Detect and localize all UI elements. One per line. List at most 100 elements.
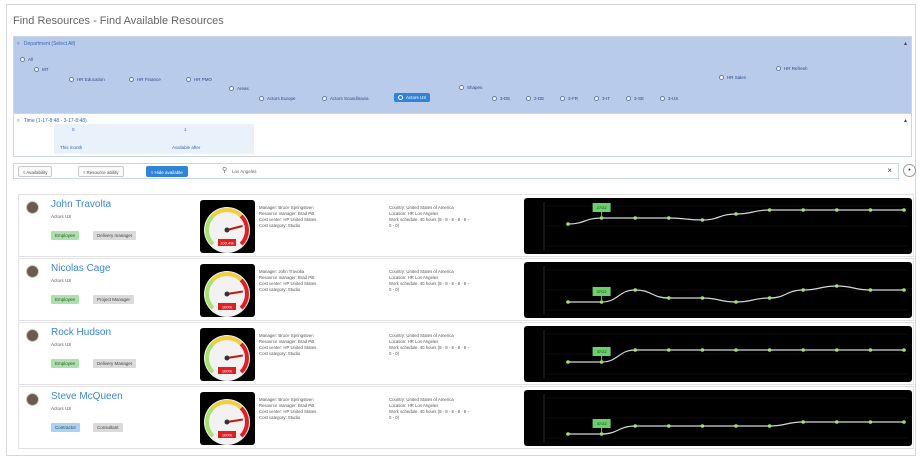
chart-tooltip-label: 37/22	[597, 289, 608, 294]
chart-point	[767, 296, 772, 300]
chart-point	[868, 348, 873, 352]
chart-point	[835, 284, 839, 288]
resource-details-right: Country: United States of America Locati…	[389, 333, 469, 357]
tree-node-actors-europe[interactable]: Actors Europe	[259, 96, 296, 102]
utilization-gauge: 100%	[200, 392, 255, 445]
chart-point	[734, 300, 738, 304]
hide-available-button[interactable]: ▿ Hide available	[146, 166, 188, 177]
availability-chart[interactable]: 27/22	[524, 198, 912, 254]
gauge-hub	[224, 291, 230, 297]
collapse-icon[interactable]: ▴	[904, 40, 907, 47]
schedule-text: Work schedule: 40 hours (8 - 8 - 8 - 8 -…	[389, 345, 469, 350]
availability-chart[interactable]: 37/22	[524, 262, 912, 318]
time-right-value: 1	[184, 127, 187, 132]
tree-node-shape-1[interactable]: 3-DE	[492, 96, 510, 102]
gauge-hub	[224, 227, 230, 233]
chart-point	[835, 348, 839, 352]
radio-icon	[459, 85, 464, 91]
radio-icon	[660, 96, 665, 102]
tree-node-shape-4[interactable]: 3-IT	[594, 96, 610, 102]
tree-node-hr-education[interactable]: HR Education	[69, 77, 105, 83]
resource-name[interactable]: John Travolta	[51, 199, 111, 210]
resource-details-left: Manager: Bruce Springsteen Resource mana…	[259, 333, 316, 357]
radio-icon	[229, 86, 234, 92]
tree-node-mt[interactable]: MT	[34, 67, 49, 73]
tree-node-actors-scandinavia[interactable]: Actors Scandinavia	[322, 96, 369, 102]
utilization-gauge: 100.4%	[200, 200, 255, 253]
chart-point	[902, 208, 906, 212]
radio-icon	[526, 96, 531, 102]
radio-icon	[322, 96, 327, 102]
chart-tooltip-label: 37/22	[597, 349, 608, 354]
time-range-box[interactable]: 0 1 This month Available after	[54, 124, 254, 154]
page-title: Find Resources - Find Available Resource…	[13, 15, 224, 27]
chart-point	[868, 288, 873, 292]
tree-node-shapes[interactable]: Shapes	[459, 85, 482, 91]
resource-details-right: Country: United States of America Locati…	[389, 205, 469, 229]
chart-series-line	[567, 209, 904, 225]
radio-icon	[492, 96, 497, 102]
filter-icon: ▿	[17, 41, 20, 47]
chart-point	[566, 300, 570, 304]
radio-icon	[398, 95, 403, 101]
resource-row[interactable]: Steve McQueen Actors US Contractor Consul…	[18, 386, 914, 449]
gauge-hub	[224, 355, 230, 361]
schedule-text-cont: 0 - 0)	[389, 287, 400, 292]
chart-point	[667, 296, 671, 300]
tree-node-shape-6[interactable]: 3-US	[660, 96, 678, 102]
tree-node-hr-refresh[interactable]: HR Refresh	[776, 66, 808, 72]
resource-row[interactable]: Nicolas Cage Actors US Employee Project M…	[18, 258, 914, 321]
chart-point	[734, 424, 738, 428]
more-icon[interactable]: •	[903, 164, 916, 177]
resource-name[interactable]: Nicolas Cage	[51, 263, 110, 274]
chart-point	[700, 348, 705, 352]
radio-icon	[626, 96, 631, 102]
chart-point	[700, 424, 705, 428]
resource-name[interactable]: Steve McQueen	[51, 391, 123, 402]
tree-node-shape-2[interactable]: 3-DE	[526, 96, 544, 102]
tree-node-actors-us[interactable]: Actors US	[394, 93, 431, 103]
radio-icon	[776, 66, 781, 72]
chart-point	[667, 424, 671, 428]
clear-icon[interactable]: ×	[887, 166, 892, 175]
radio-icon	[594, 96, 599, 102]
schedule-text: Work schedule: 40 hours (8 - 8 - 8 - 8 -…	[389, 409, 469, 414]
tree-node-areas[interactable]: Areas	[229, 86, 249, 92]
resource-row[interactable]: Rock Hudson Actors US Employee Delivery M…	[18, 322, 914, 385]
chart-point	[566, 432, 570, 436]
resource-name[interactable]: Rock Hudson	[51, 327, 111, 338]
chart-point	[835, 208, 839, 212]
collapse-icon[interactable]: ▴	[904, 117, 907, 124]
radio-icon	[129, 77, 134, 83]
cost-category-text: Cost category: Studio	[259, 415, 301, 420]
chart-point	[868, 208, 873, 212]
gauge-hub	[224, 419, 230, 425]
cost-category-text: Cost category: Studio	[259, 287, 301, 292]
resource-tag: Employee	[51, 359, 80, 368]
cost-category-text: Cost category: Studio	[259, 223, 301, 228]
schedule-text-cont: 0 - 0)	[389, 223, 400, 228]
availability-chart[interactable]: 37/22	[524, 390, 912, 446]
search-input[interactable]: Los Angeles	[232, 169, 257, 174]
tree-node-shape-5[interactable]: 3-SE	[626, 96, 644, 102]
tree-node-shape-3[interactable]: 3-FR	[560, 96, 578, 102]
availability-button[interactable]: ▿ Availability	[18, 166, 53, 177]
schedule-text-cont: 0 - 0)	[389, 351, 400, 356]
resource-tag: Delivery Manager	[93, 359, 137, 368]
tree-node-hr-finance[interactable]: HR Finance	[129, 77, 161, 83]
availability-chart[interactable]: 37/22	[524, 326, 912, 382]
chart-point	[633, 424, 637, 428]
tree-node-hr-sales[interactable]: HR Sales	[719, 75, 746, 81]
radio-icon	[20, 57, 25, 63]
tree-node-all[interactable]: All	[20, 57, 34, 63]
chart-point	[700, 296, 705, 300]
radio-icon	[560, 96, 565, 102]
resource-row[interactable]: John Travolta Actors US Employee Delivery…	[18, 194, 914, 257]
tree-node-hr-pmo[interactable]: HR PMO	[186, 77, 212, 83]
gauge-value-label: 100%	[222, 369, 233, 374]
gauge-value-label: 100%	[222, 433, 233, 438]
chart-point	[734, 348, 738, 352]
chart-point	[566, 222, 570, 226]
tree-node-label: All	[28, 57, 34, 62]
resource-ability-button[interactable]: ▿ Resource ability	[78, 166, 124, 177]
